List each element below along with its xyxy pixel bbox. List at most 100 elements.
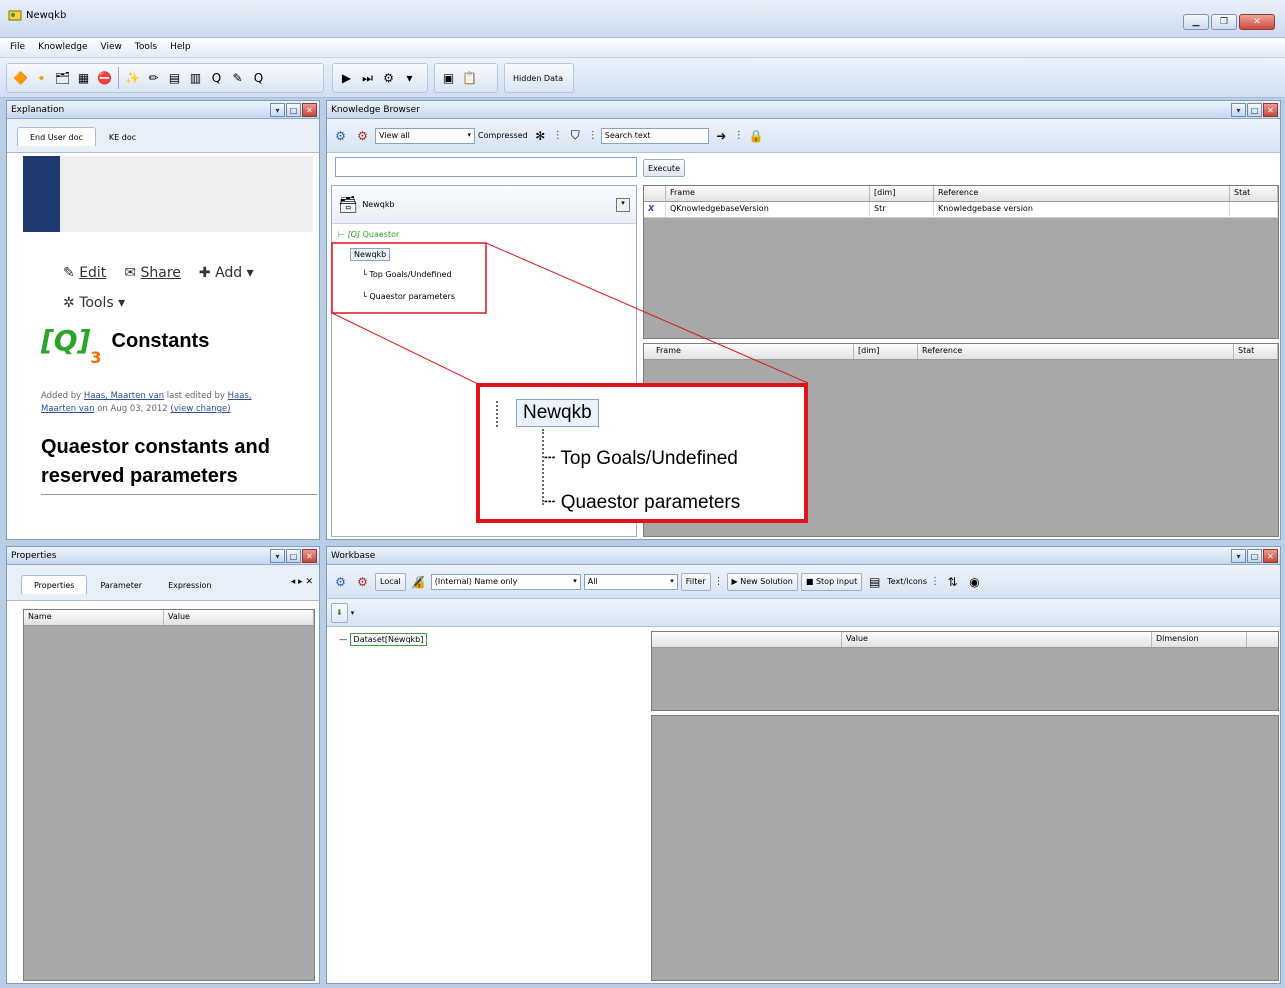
pane-dropdown-button[interactable]: ▾ xyxy=(1231,103,1246,117)
expression-input[interactable] xyxy=(335,157,637,177)
pane-dropdown-button[interactable]: ▾ xyxy=(1231,549,1246,563)
menu-file[interactable]: File xyxy=(10,42,25,52)
edit-value-icon[interactable]: ✏ xyxy=(144,68,163,88)
menu-knowledge[interactable]: Knowledge xyxy=(38,42,87,52)
filter-button[interactable]: Filter xyxy=(680,572,711,591)
new-solution-button[interactable]: ▶ New Solution xyxy=(726,572,798,591)
column-dim[interactable]: [dim] xyxy=(854,344,918,359)
step-icon[interactable]: ⏭ xyxy=(358,68,377,88)
column-stat[interactable]: Stat xyxy=(1230,186,1278,201)
add-link[interactable]: ✚ Add ▾ xyxy=(199,265,254,281)
pane-dropdown-button[interactable]: ▾ xyxy=(270,103,285,117)
add-dataset-button[interactable]: ⬇ xyxy=(331,602,348,623)
internal-icon[interactable]: 🔏 xyxy=(409,572,428,592)
quaestor-q-icon[interactable]: Q xyxy=(207,68,226,88)
share-link[interactable]: ✉ Share xyxy=(124,265,181,281)
frame-tree-icon[interactable]: 🗂 xyxy=(53,68,72,88)
name-display-select[interactable]: (Internal) Name only ▾ xyxy=(430,573,581,590)
tab-parameter[interactable]: Parameter xyxy=(87,575,155,594)
pane-close-button[interactable]: ✕ xyxy=(302,103,317,117)
tree-item-quaestor[interactable]: ⊢ [Q] Quaestor xyxy=(338,230,399,239)
tab-end-user-doc[interactable]: End User doc xyxy=(17,127,96,146)
search-input[interactable]: Search text xyxy=(600,127,709,144)
column-value[interactable]: Value xyxy=(164,610,314,625)
tab-ke-doc[interactable]: KE doc xyxy=(96,127,149,146)
text-icons-label[interactable]: Text/Icons xyxy=(887,577,927,586)
edit-link[interactable]: ✎ Edit xyxy=(63,265,106,281)
scope-select[interactable]: All ▾ xyxy=(583,573,678,590)
report-icon[interactable]: 📋 xyxy=(460,68,479,88)
execute-button[interactable]: Execute xyxy=(643,159,685,177)
local-button[interactable]: Local xyxy=(375,572,406,591)
quaestor-edit-icon[interactable]: ✎ xyxy=(228,68,247,88)
filter-icon[interactable]: ⛉ xyxy=(566,126,585,146)
kb-root-label[interactable]: Newqkb xyxy=(362,200,394,209)
add-frame-icon[interactable]: 🔸 xyxy=(32,68,51,88)
tree-item-newqkb[interactable]: Newqkb xyxy=(350,248,391,261)
pane-maximize-button[interactable]: □ xyxy=(286,549,301,563)
run-icon[interactable]: ▶ xyxy=(337,68,356,88)
compressed-toggle-icon[interactable]: ✻ xyxy=(531,126,550,146)
workbase-value-grid: Value Dimension xyxy=(651,631,1279,711)
column-dim[interactable]: [dim] xyxy=(870,186,934,201)
menu-view[interactable]: View xyxy=(101,42,122,52)
table-edit-icon[interactable]: ▥ xyxy=(186,68,205,88)
stop-input-button[interactable]: ■ Stop input xyxy=(800,572,863,591)
editor-link-part2[interactable]: Maarten van xyxy=(41,404,95,414)
hidden-data-button[interactable]: Hidden Data xyxy=(509,74,567,83)
tree-item-quaestor-parameters[interactable]: └ Quaestor parameters xyxy=(362,292,455,301)
tab-scroll-controls[interactable]: ◂ ▸ ✕ xyxy=(291,577,313,587)
table-icon[interactable]: ▤ xyxy=(165,68,184,88)
lock-icon[interactable]: 🔒 xyxy=(747,126,766,146)
tree-dropdown-button[interactable]: ▾ xyxy=(616,198,630,212)
author-link[interactable]: Haas, Maarten van xyxy=(84,391,164,401)
options-icon[interactable]: ⚙ xyxy=(379,68,398,88)
pane-maximize-button[interactable]: □ xyxy=(286,103,301,117)
column-frame[interactable]: Frame xyxy=(666,186,870,201)
layout-icon[interactable]: ▣ xyxy=(439,68,458,88)
tab-properties[interactable]: Properties xyxy=(21,575,88,594)
table-row[interactable]: X QKnowledgebaseVersion Str Knowledgebas… xyxy=(644,202,1278,218)
maximize-button[interactable]: ❐ xyxy=(1211,14,1237,30)
column-reference[interactable]: Reference xyxy=(918,344,1234,359)
minimize-button[interactable]: ▁ xyxy=(1183,14,1209,30)
expand-tree-icon[interactable]: ⚙ xyxy=(331,126,350,146)
view-select[interactable]: View all ▾ xyxy=(375,127,475,144)
column-frame[interactable]: Frame xyxy=(644,344,854,359)
editor-link-part1[interactable]: Haas, xyxy=(228,391,252,401)
expand-tree-icon[interactable]: ⚙ xyxy=(331,572,350,592)
delete-frame-icon[interactable]: ⛔ xyxy=(95,68,114,88)
tree-item-top-goals[interactable]: └ Top Goals/Undefined xyxy=(362,270,452,279)
plus-icon: ✚ xyxy=(198,265,211,281)
text-icons-toggle-icon[interactable]: ▤ xyxy=(865,572,884,592)
column-name[interactable]: Name xyxy=(24,610,164,625)
collapse-tree-icon[interactable]: ⚙ xyxy=(353,126,372,146)
new-value-icon[interactable]: ✨ xyxy=(123,68,142,88)
sort-icon[interactable]: ⇅ xyxy=(943,572,962,592)
view-change-link[interactable]: (view change) xyxy=(170,404,230,414)
new-frame-icon[interactable]: 🔶 xyxy=(11,68,30,88)
frame-grid-icon[interactable]: ▦ xyxy=(74,68,93,88)
toolbar-group-run: ▶ ⏭ ⚙ ▾ xyxy=(332,63,428,93)
pane-close-button[interactable]: ✕ xyxy=(1263,103,1278,117)
collapse-tree-icon[interactable]: ⚙ xyxy=(353,572,372,592)
pane-close-button[interactable]: ✕ xyxy=(1263,549,1278,563)
search-go-icon[interactable]: ➜ xyxy=(712,126,731,146)
menu-tools[interactable]: Tools xyxy=(135,42,157,52)
menu-help[interactable]: Help xyxy=(170,42,191,52)
tools-link[interactable]: ✲ Tools ▾ xyxy=(63,295,125,311)
column-value[interactable]: Value xyxy=(842,632,1152,647)
tab-expression[interactable]: Expression xyxy=(155,575,224,594)
pane-maximize-button[interactable]: □ xyxy=(1247,103,1262,117)
report-icon[interactable]: ◉ xyxy=(965,572,984,592)
chevron-down-icon[interactable]: ▾ xyxy=(400,68,419,88)
pane-maximize-button[interactable]: □ xyxy=(1247,549,1262,563)
pane-close-button[interactable]: ✕ xyxy=(302,549,317,563)
tree-item-dataset[interactable]: — Dataset[Newqkb] xyxy=(339,633,428,646)
column-dimension[interactable]: Dimension xyxy=(1152,632,1247,647)
close-button[interactable]: ✕ xyxy=(1239,14,1275,30)
pane-dropdown-button[interactable]: ▾ xyxy=(270,549,285,563)
quaestor-q2-icon[interactable]: Q xyxy=(249,68,268,88)
column-reference[interactable]: Reference xyxy=(934,186,1230,201)
column-stat[interactable]: Stat xyxy=(1234,344,1278,359)
